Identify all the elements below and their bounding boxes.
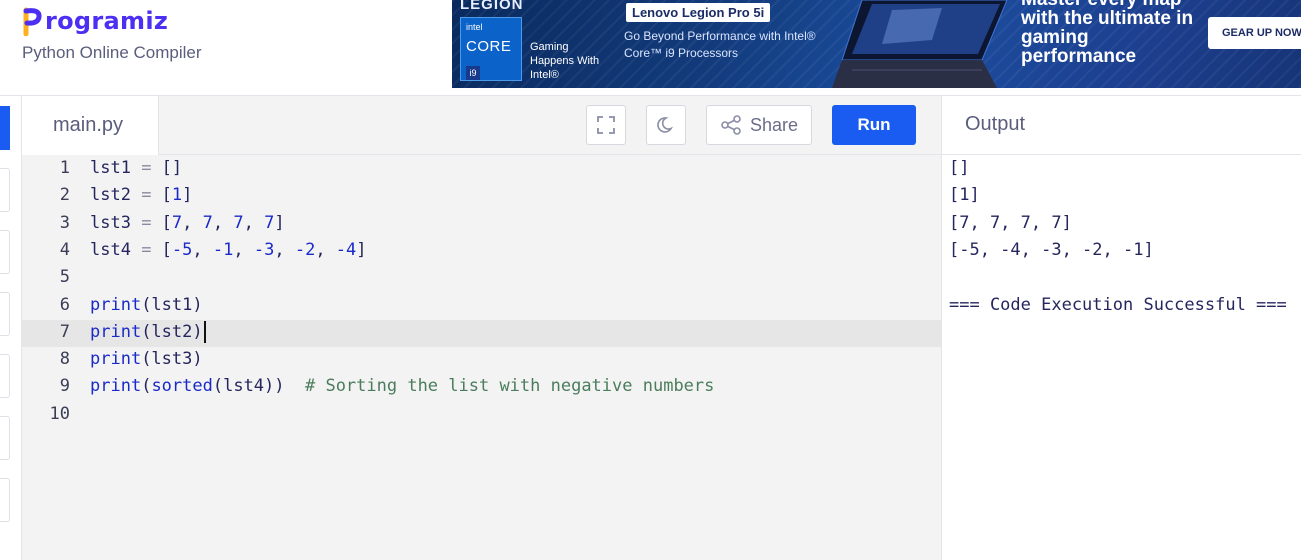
code-line[interactable]: print(lst1)	[90, 292, 203, 319]
output-line: [7, 7, 7, 7]	[949, 212, 1072, 233]
text-cursor	[203, 320, 206, 343]
ad-cta-button[interactable]: GEAR UP NOW	[1208, 17, 1301, 49]
line-number: 1	[59, 158, 70, 178]
intel-core-badge: intel CORE i9	[460, 17, 522, 81]
core-wordmark: CORE	[466, 38, 512, 55]
moon-icon	[657, 117, 674, 133]
theme-toggle-button[interactable]	[646, 105, 686, 145]
output-panel: [] [1] [7, 7, 7, 7] [-5, -4, -3, -2, -1] ===…	[941, 155, 1301, 560]
output-line: === Code Execution Successful ===	[949, 294, 1287, 315]
fullscreen-button[interactable]	[586, 105, 626, 145]
rail-item[interactable]	[0, 478, 10, 522]
laptop-image	[832, 0, 1008, 88]
fullscreen-icon	[597, 116, 615, 134]
rail-item[interactable]	[0, 416, 10, 460]
rail-item-active[interactable]	[0, 106, 10, 150]
rail-item[interactable]	[0, 230, 10, 274]
line-number: 10	[49, 403, 70, 424]
output-line: [-5, -4, -3, -2, -1]	[949, 239, 1154, 260]
output-line: [1]	[949, 185, 980, 206]
ad-tagline: Gaming Happens With Intel®	[530, 41, 600, 81]
i9-badge: i9	[466, 66, 480, 80]
advertisement-banner[interactable]: LEGION intel CORE i9 Gaming Happens With…	[452, 0, 1301, 88]
code-line[interactable]: lst1 = []	[90, 155, 182, 182]
output-line: []	[949, 158, 970, 178]
ad-legion-wordmark: LEGION	[460, 0, 524, 13]
programiz-logo-mark-icon	[22, 6, 44, 36]
ad-description: Go Beyond Performance with Intel® Core™ …	[624, 29, 816, 60]
share-label: Share	[749, 114, 799, 135]
line-number: 5	[59, 267, 70, 288]
code-line[interactable]: print(sorted(lst4)) # Sorting the list w…	[90, 373, 714, 400]
ad-product-badge: Lenovo Legion Pro 5i	[626, 3, 771, 22]
ad-headline: Master every map with the ultimate in ga…	[1021, 0, 1194, 67]
page-subtitle: Python Online Compiler	[22, 43, 202, 62]
line-number: 6	[59, 294, 70, 315]
rail-item[interactable]	[0, 168, 10, 212]
code-line[interactable]: lst2 = [1]	[90, 182, 192, 209]
rail-item[interactable]	[0, 292, 10, 336]
programiz-logo[interactable]: rogramiz	[22, 4, 168, 38]
editor-toolbar: main.py Share Run	[22, 96, 941, 155]
line-number: 4	[59, 239, 70, 260]
line-number: 9	[59, 376, 70, 397]
logo-text: rogramiz	[45, 7, 169, 35]
rail-item[interactable]	[0, 354, 10, 398]
line-number: 7	[59, 321, 70, 342]
language-rail	[0, 96, 22, 560]
run-button[interactable]: Run	[832, 105, 916, 145]
code-line[interactable]: print(lst3)	[90, 346, 203, 373]
output-header: Output	[941, 96, 1301, 155]
line-number: 2	[59, 185, 70, 206]
code-line[interactable]: print(lst2)	[90, 319, 206, 346]
code-line[interactable]: lst3 = [7, 7, 7, 7]	[90, 210, 285, 237]
intel-wordmark: intel	[466, 22, 483, 32]
file-tab-main-py[interactable]: main.py	[22, 96, 159, 155]
line-number: 8	[59, 349, 70, 370]
share-icon	[721, 115, 741, 135]
code-line[interactable]: lst4 = [-5, -1, -3, -2, -4]	[90, 237, 367, 264]
line-number: 3	[59, 212, 70, 233]
share-button[interactable]: Share	[706, 105, 812, 145]
